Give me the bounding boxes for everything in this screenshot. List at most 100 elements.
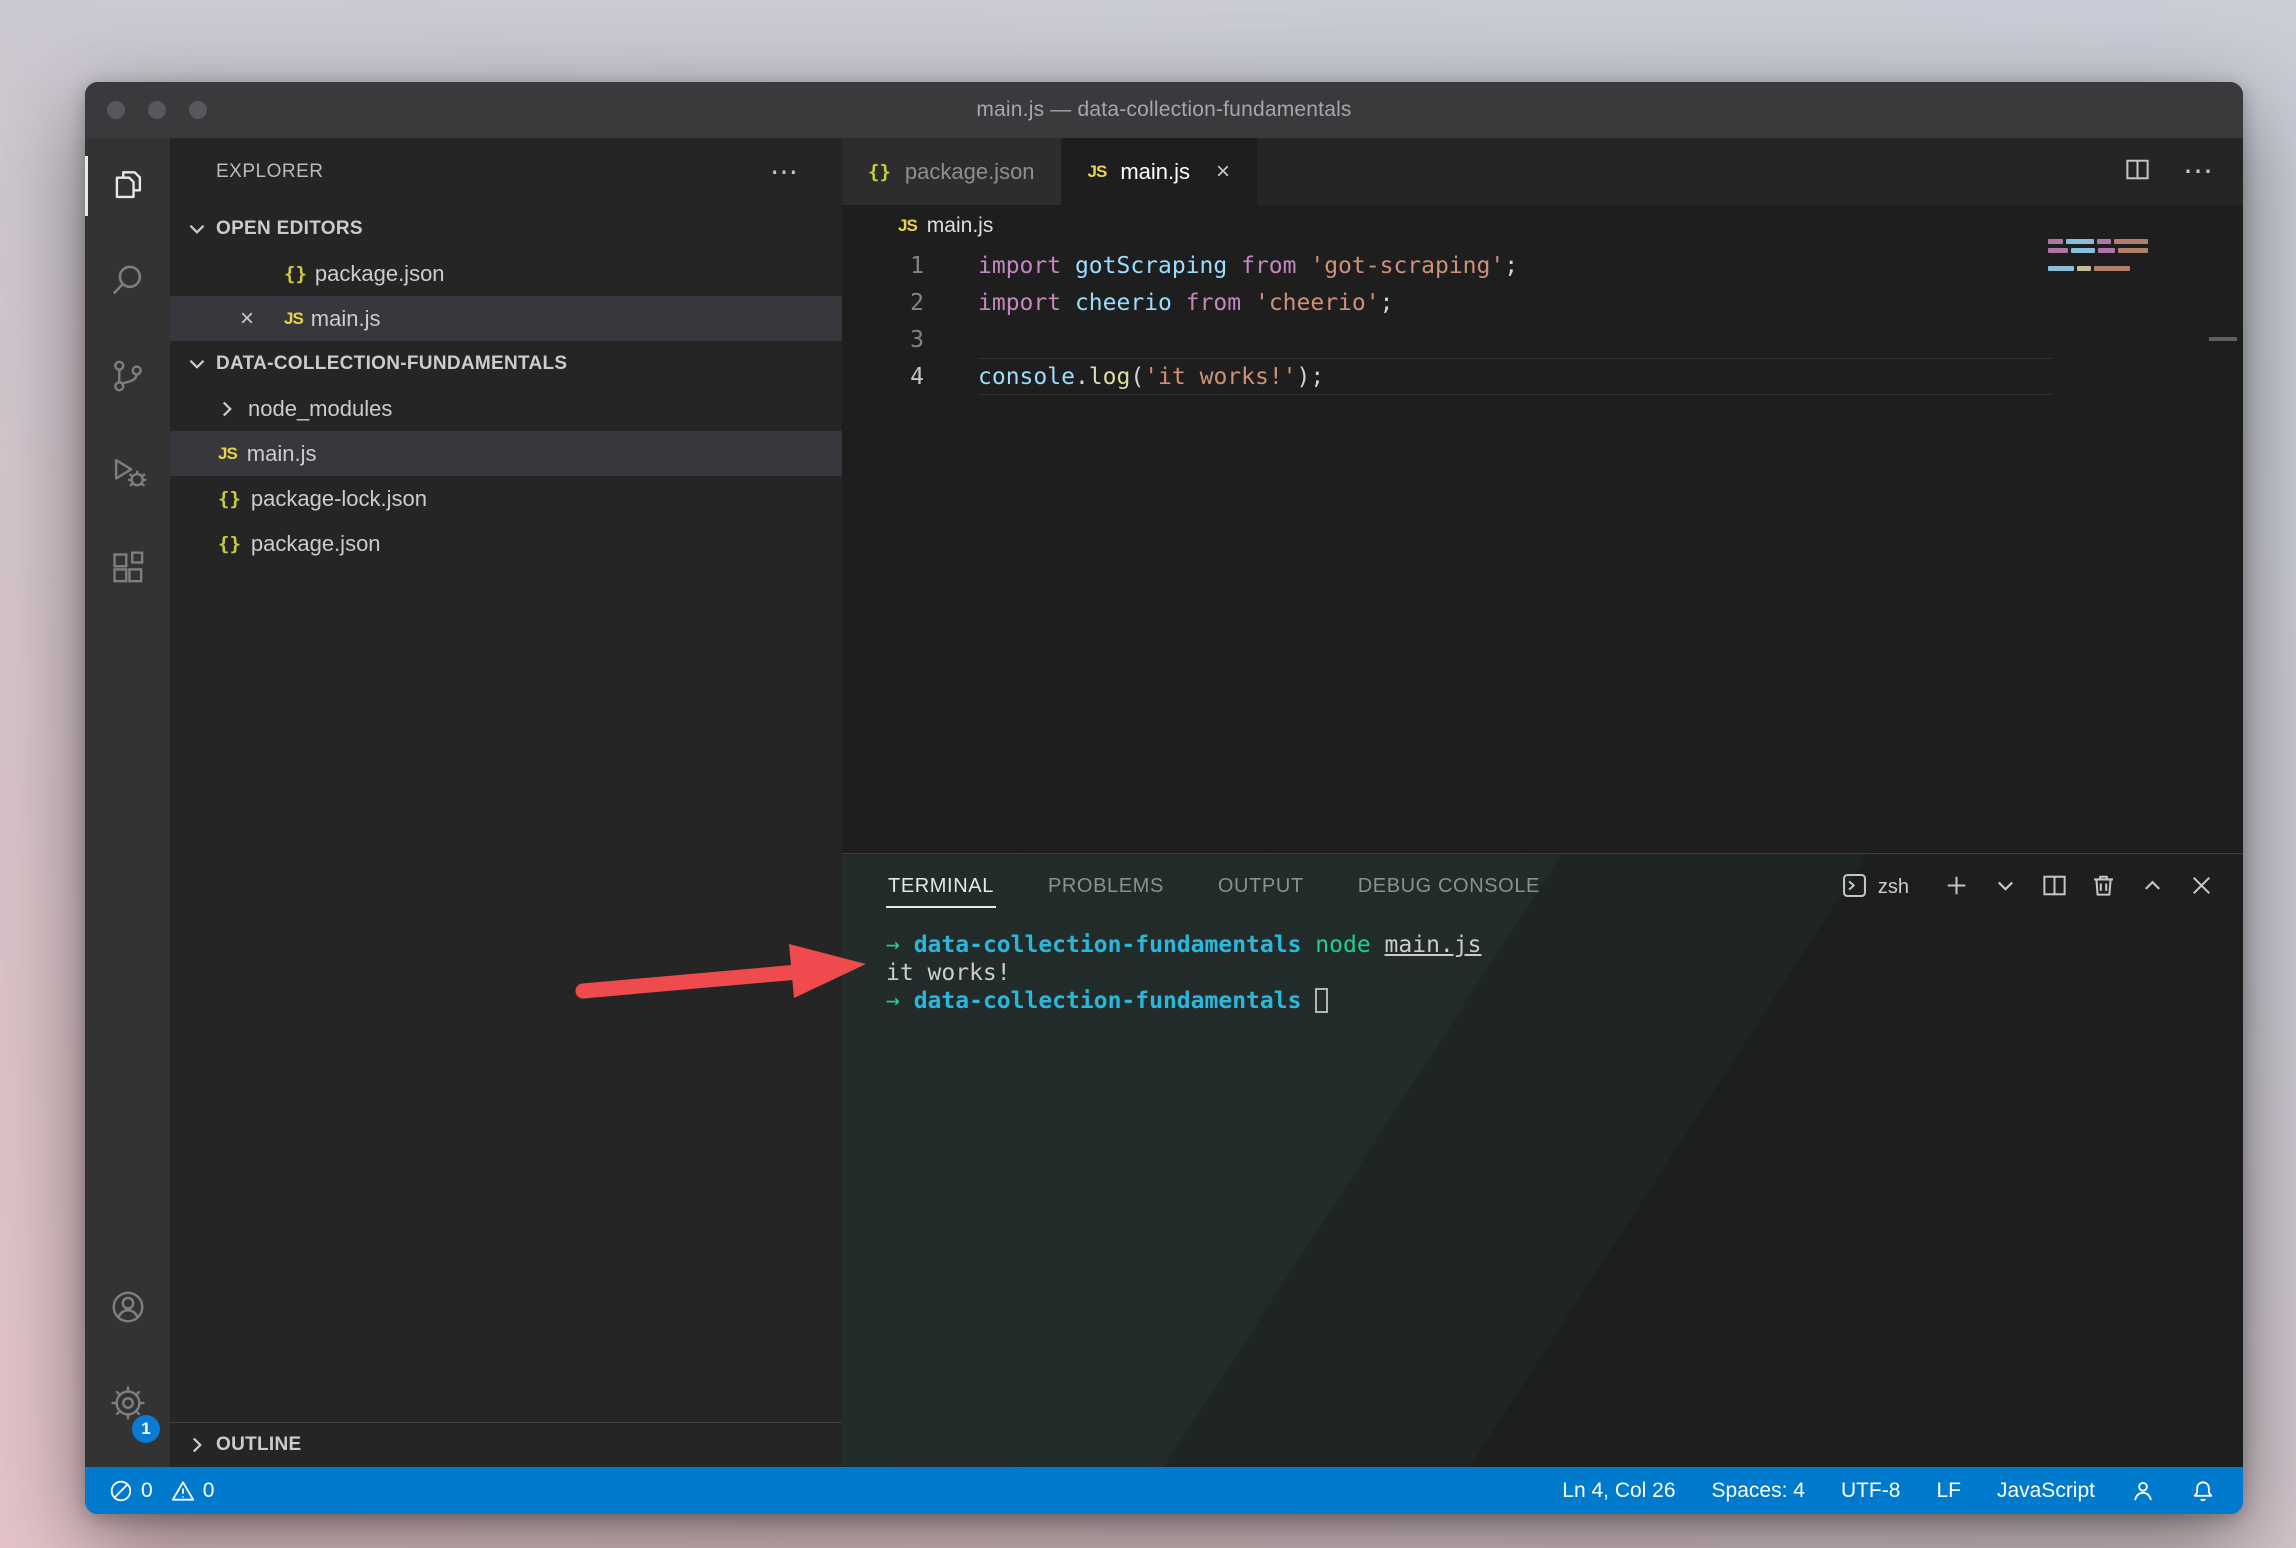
close-panel-icon[interactable] <box>2188 872 2215 904</box>
feedback-icon[interactable] <box>2131 1479 2155 1503</box>
code-line[interactable]: 3 <box>842 321 2243 358</box>
code-line[interactable]: 4console.log('it works!'); <box>842 358 2243 395</box>
panel-tab-problems[interactable]: PROBLEMS <box>1046 867 1166 908</box>
minimize-window-button[interactable] <box>148 101 166 119</box>
error-circle-icon <box>109 1479 133 1503</box>
explorer-sidebar: EXPLORER ⋯ OPEN EDITORS {} package.json … <box>170 138 842 1467</box>
json-file-icon: {} <box>218 533 241 555</box>
source-control-activity-button[interactable] <box>85 330 170 426</box>
breadcrumb-file: main.js <box>927 214 994 238</box>
tree-item-label: package-lock.json <box>251 486 427 512</box>
files-icon <box>109 165 147 208</box>
editor-tabs-bar: {} package.json JS main.js × ⋯ <box>842 138 2243 205</box>
js-file-icon: JS <box>284 309 303 329</box>
language-mode[interactable]: JavaScript <box>1997 1479 2095 1503</box>
new-terminal-icon[interactable] <box>1943 872 1970 904</box>
line-number: 1 <box>842 253 924 279</box>
search-activity-button[interactable] <box>85 234 170 330</box>
terminal-line: → data-collection-fundamentals <box>886 987 2243 1015</box>
code-line[interactable]: 1import gotScraping from 'got-scraping'; <box>842 247 2243 284</box>
terminal-profile-chevron-down-icon[interactable] <box>1992 872 2019 904</box>
line-text: → data-collection-fundamentals <box>886 988 1328 1014</box>
line-number: 4 <box>842 364 924 390</box>
chevron-right-icon <box>214 396 240 422</box>
panel-tab-debug-console[interactable]: DEBUG CONSOLE <box>1356 867 1542 908</box>
js-file-icon: JS <box>898 216 917 236</box>
code-editor[interactable]: JS main.js 1import gotScraping from 'got… <box>842 205 2243 853</box>
indentation[interactable]: Spaces: 4 <box>1712 1479 1805 1503</box>
js-file-icon: JS <box>1088 162 1107 182</box>
settings-button[interactable]: 1 <box>85 1357 170 1453</box>
line-text: it works! <box>886 960 1011 986</box>
cursor-position[interactable]: Ln 4, Col 26 <box>1562 1479 1675 1503</box>
chevron-right-icon <box>184 1432 210 1458</box>
minimap[interactable] <box>2048 239 2148 271</box>
problems-warnings-indicator[interactable]: 0 <box>171 1479 215 1503</box>
search-icon <box>109 261 147 304</box>
line-text: import cheerio from 'cheerio'; <box>924 290 1393 316</box>
open-editor-main-js[interactable]: × JS main.js <box>170 296 842 341</box>
line-text: → data-collection-fundamentals node main… <box>886 932 1481 958</box>
kill-terminal-trash-icon[interactable] <box>2090 872 2117 904</box>
json-file-icon: {} <box>218 488 241 510</box>
outline-section-header[interactable]: OUTLINE <box>170 1422 842 1467</box>
open-editor-label: main.js <box>311 306 381 332</box>
vscode-window: main.js — data-collection-fundamentals <box>85 82 2243 1514</box>
zoom-window-button[interactable] <box>189 101 207 119</box>
split-editor-icon[interactable] <box>2124 156 2151 188</box>
tab-package-json[interactable]: {} package.json <box>842 138 1062 205</box>
tab-label: main.js <box>1120 159 1190 185</box>
explorer-more-actions-icon[interactable]: ⋯ <box>770 158 798 186</box>
explorer-activity-button[interactable] <box>85 138 170 234</box>
sidebar-title: EXPLORER <box>216 161 770 183</box>
status-bar: 0 0 Ln 4, Col 26 Spaces: 4 UTF-8 LF Java… <box>85 1467 2243 1514</box>
git-branch-icon <box>109 357 147 400</box>
line-number: 2 <box>842 290 924 316</box>
workspace-section-header[interactable]: DATA-COLLECTION-FUNDAMENTALS <box>170 341 842 386</box>
open-editor-package-json[interactable]: {} package.json <box>170 251 842 296</box>
accounts-button[interactable] <box>85 1261 170 1357</box>
close-editor-icon[interactable]: × <box>240 305 276 333</box>
tree-item-label: node_modules <box>248 396 392 422</box>
tree-item-main-js[interactable]: JS main.js <box>170 431 842 476</box>
notifications-bell-icon[interactable] <box>2191 1479 2215 1503</box>
terminal-line: → data-collection-fundamentals node main… <box>886 931 2243 959</box>
json-file-icon: {} <box>868 161 891 183</box>
terminal-shell-icon[interactable] <box>1841 872 1868 904</box>
encoding[interactable]: UTF-8 <box>1841 1479 1901 1503</box>
window-title: main.js — data-collection-fundamentals <box>976 98 1351 122</box>
problems-errors-indicator[interactable]: 0 <box>109 1479 153 1503</box>
split-terminal-icon[interactable] <box>2041 872 2068 904</box>
code-line[interactable]: 2import cheerio from 'cheerio'; <box>842 284 2243 321</box>
maximize-panel-chevron-up-icon[interactable] <box>2139 872 2166 904</box>
panel-tab-output[interactable]: OUTPUT <box>1216 867 1306 908</box>
editor-more-actions-icon[interactable]: ⋯ <box>2183 157 2213 187</box>
tree-item-label: package.json <box>251 531 381 557</box>
terminal-output[interactable]: → data-collection-fundamentals node main… <box>842 921 2243 1015</box>
extensions-activity-button[interactable] <box>85 522 170 618</box>
close-window-button[interactable] <box>107 101 125 119</box>
extensions-icon <box>109 549 147 592</box>
warning-triangle-icon <box>171 1479 195 1503</box>
run-debug-activity-button[interactable] <box>85 426 170 522</box>
panel-tab-terminal[interactable]: TERMINAL <box>886 867 996 908</box>
tab-main-js[interactable]: JS main.js × <box>1062 138 1258 205</box>
close-tab-icon[interactable]: × <box>1216 158 1230 186</box>
chevron-down-icon <box>184 216 210 242</box>
title-bar[interactable]: main.js — data-collection-fundamentals <box>85 82 2243 138</box>
account-icon <box>109 1288 147 1331</box>
tree-item-label: main.js <box>247 441 317 467</box>
js-file-icon: JS <box>218 444 237 464</box>
line-text: console.log('it works!'); <box>924 364 1324 390</box>
tab-label: package.json <box>905 159 1035 185</box>
tree-item-package-lock-json[interactable]: {} package-lock.json <box>170 476 842 521</box>
activity-bar: 1 <box>85 138 170 1467</box>
shell-name[interactable]: zsh <box>1878 876 1909 899</box>
json-file-icon: {} <box>284 263 307 285</box>
chevron-down-icon <box>184 351 210 377</box>
eol-sequence[interactable]: LF <box>1936 1479 1961 1503</box>
tree-item-node-modules[interactable]: node_modules <box>170 386 842 431</box>
breadcrumb[interactable]: JS main.js <box>842 205 2243 247</box>
open-editors-section-header[interactable]: OPEN EDITORS <box>170 206 842 251</box>
tree-item-package-json[interactable]: {} package.json <box>170 521 842 566</box>
